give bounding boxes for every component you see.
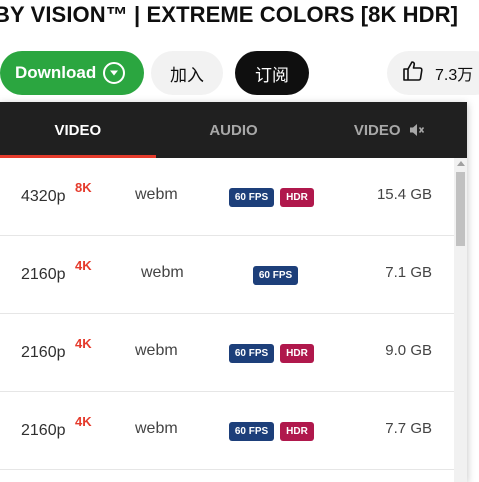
file-size: 7.7 GB [385,420,432,437]
resolution: 2160p [21,344,66,361]
chevron-down-icon [103,62,126,84]
file-size: 15.4 GB [376,186,432,203]
format-list: 4320p 8K webm 60 FPS HDR 15.4 GB 2160p 4… [0,158,454,470]
tab-label: VIDEO [54,121,102,139]
video-title: BY VISION™ | EXTREME COLORS [8K HDR] [0,2,459,27]
fps-chip: 60 FPS [229,188,274,207]
hdr-chip: HDR [280,344,314,363]
format-tabs: VIDEO AUDIO VIDEO [0,102,467,158]
tab-video-no-audio[interactable]: VIDEO [311,102,467,158]
tab-label: VIDEO [353,121,401,139]
resolution: 4320p [21,188,66,205]
tab-video[interactable]: VIDEO [0,102,156,158]
like-count: 7.3万 [435,67,474,84]
like-button[interactable]: 7.3万 [387,51,479,95]
container-format: webm [135,342,178,359]
fps-chip: 60 FPS [229,344,274,363]
fps-chip: 60 FPS [253,266,298,285]
container-format: webm [135,420,178,437]
resolution: 2160p [21,422,66,439]
download-format-panel: VIDEO AUDIO VIDEO 4320p 8K webm 60 FPS H… [0,102,467,482]
hdr-chip: HDR [280,188,314,207]
download-button-label: Download [15,63,97,82]
quality-badge: 8K [75,180,92,195]
quality-badge: 4K [75,414,92,429]
quality-badge: 4K [75,258,92,273]
tab-audio[interactable]: AUDIO [156,102,312,158]
format-row[interactable]: 2160p 4K webm 60 FPS HDR 9.0 GB [0,314,454,392]
format-row[interactable]: 2160p 4K webm 60 FPS 7.1 GB [0,236,454,314]
container-format: webm [141,264,184,281]
format-row[interactable]: 4320p 8K webm 60 FPS HDR 15.4 GB [0,158,454,236]
scrollbar-thumb[interactable] [456,172,465,246]
subscribe-button[interactable]: 订阅 [235,51,309,95]
fps-chip: 60 FPS [229,422,274,441]
format-row[interactable]: 2160p 4K webm 60 FPS HDR 7.7 GB [0,392,454,470]
format-list-scrollbar[interactable] [454,158,467,482]
container-format: webm [135,186,178,203]
mute-icon [409,123,425,137]
resolution: 2160p [21,266,66,283]
quality-badge: 4K [75,336,92,351]
thumbs-up-icon [401,59,425,88]
hdr-chip: HDR [280,422,314,441]
file-size: 7.1 GB [385,264,432,281]
join-button[interactable]: 加入 [151,51,223,95]
tab-label: AUDIO [209,121,258,139]
file-size: 9.0 GB [385,342,432,359]
download-button[interactable]: Download [0,51,144,95]
scroll-up-arrow-icon[interactable] [457,161,465,166]
